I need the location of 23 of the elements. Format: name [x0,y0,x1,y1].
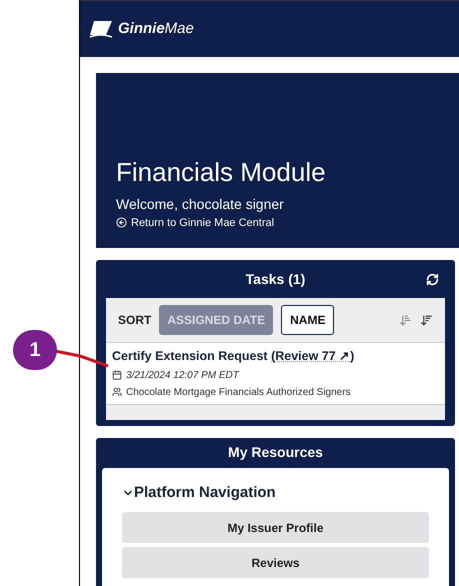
module-title: Financials Module [116,156,327,188]
review-link[interactable]: (Review 77 ↗) [271,349,354,363]
callout-badge: 1 [13,330,57,370]
logo-text: GinnieMae [118,18,194,39]
nav-button[interactable]: Reviews [122,547,429,578]
panel-title: Tasks (1) [246,270,306,289]
sort-label: SORT [118,312,152,329]
nav-button[interactable]: My Issuer Profile [122,512,429,544]
task-date: 3/21/2024 12:07 PM EDT [126,368,239,383]
sort-descending-icon[interactable] [420,314,433,326]
section-toggle[interactable]: Platform Navigation [122,482,429,504]
welcome-text: Welcome, chocolate signer [116,194,285,214]
group-icon [112,387,122,398]
sort-button[interactable]: NAME [281,305,334,335]
sort-ascending-icon[interactable] [399,314,412,326]
task-title: Certify Extension Request (Review 77 ↗) [112,348,356,365]
refresh-icon[interactable] [426,272,439,286]
panel-title: My Resources [228,443,323,462]
logo-icon [88,19,114,39]
task-item[interactable]: Certify Extension Request (Review 77 ↗) 3/21/2024 12:07 PM EDT Chocolate Mortgage Financials Authorized Signers [106,343,445,405]
return-link[interactable]: Return to Ginnie Mae Central [116,214,439,231]
calendar-icon [112,370,122,380]
task-group: Chocolate Mortgage Financials Authorized Signers [126,384,351,400]
